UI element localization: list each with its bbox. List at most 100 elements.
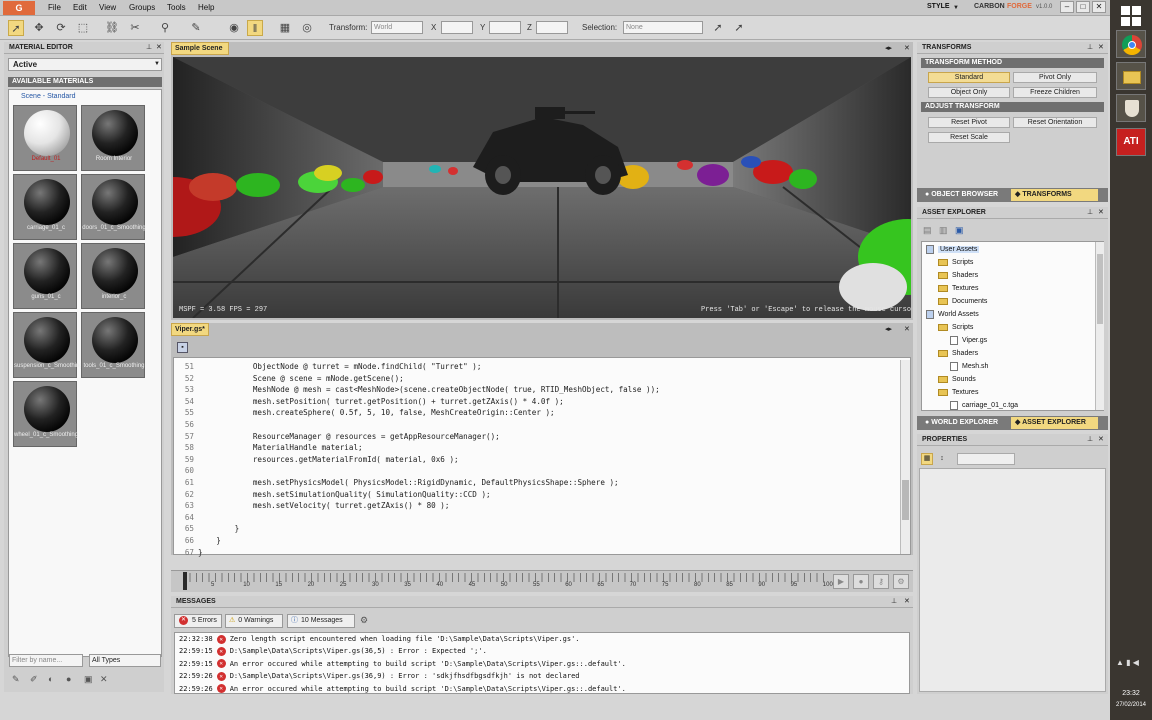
menu-tools[interactable]: Tools	[167, 3, 186, 12]
tree-node[interactable]: User Assets	[922, 243, 1103, 256]
tree-node[interactable]: Textures	[922, 386, 1103, 399]
material-item[interactable]: Default_01	[13, 105, 77, 171]
reset-orientation-button[interactable]: Reset Orientation	[1013, 117, 1097, 128]
code-line[interactable]: Scene @ scene = mNode.getScene();	[198, 373, 898, 385]
pause-icon[interactable]: ‖	[247, 20, 263, 36]
link-icon[interactable]: ⛓	[104, 20, 120, 36]
tree-node[interactable]: Scripts	[922, 256, 1103, 269]
delete-icon[interactable]: ▥	[939, 225, 948, 236]
z-field[interactable]	[536, 21, 568, 34]
close-icon[interactable]: ✕	[156, 43, 162, 51]
tree-node[interactable]: Documents	[922, 295, 1103, 308]
standard-button[interactable]: Standard	[928, 72, 1010, 83]
close-icon[interactable]: ✕	[904, 325, 910, 333]
move-tool-icon[interactable]: ✥	[31, 20, 47, 36]
select-filter-icon[interactable]: ➚	[710, 20, 726, 36]
category-view-icon[interactable]: ▦	[921, 453, 933, 465]
snap-icon[interactable]: ⚲	[157, 20, 173, 36]
tree-node[interactable]: Shaders	[922, 347, 1103, 360]
refresh-icon[interactable]: ▣	[955, 225, 964, 236]
type-filter-select[interactable]: All Types	[89, 654, 161, 667]
scrollbar-thumb[interactable]	[1097, 254, 1103, 324]
freeze-children-button[interactable]: Freeze Children	[1013, 87, 1097, 98]
code-line[interactable]	[198, 419, 898, 431]
code-line[interactable]: mesh.createSphere( 0.5f, 5, 10, false, M…	[198, 407, 898, 419]
tab-world-explorer[interactable]: ● WORLD EXPLORER	[919, 417, 1011, 429]
material-item[interactable]: interior_c	[81, 243, 145, 309]
close-icon[interactable]: ✕	[1098, 435, 1104, 443]
camera-icon[interactable]: ◎	[299, 20, 315, 36]
menu-edit[interactable]: Edit	[73, 3, 87, 12]
tree-node[interactable]: Scripts	[922, 321, 1103, 334]
pin-icon[interactable]: ⊥	[891, 597, 897, 605]
tree-node[interactable]: Shaders	[922, 269, 1103, 282]
nav-arrows-icon[interactable]: ◂▸	[885, 325, 892, 333]
material-item[interactable]: guns_01_c	[13, 243, 77, 309]
minimize-button[interactable]: –	[1060, 1, 1074, 13]
file-explorer-icon[interactable]	[1116, 62, 1146, 90]
app-shield-icon[interactable]	[1116, 94, 1146, 122]
scrollbar-thumb[interactable]	[902, 480, 909, 520]
gear-icon[interactable]: ⚙	[360, 615, 368, 626]
select-tool-icon[interactable]: ➚	[8, 20, 24, 36]
tree-node[interactable]: Sounds	[922, 373, 1103, 386]
nav-arrows-icon[interactable]: ◂▸	[885, 44, 892, 52]
rotate-tool-icon[interactable]: ⟳	[53, 20, 69, 36]
menu-help[interactable]: Help	[198, 3, 214, 12]
tab-transforms[interactable]: ◆ TRANSFORMS	[1011, 189, 1098, 201]
close-button[interactable]: ✕	[1092, 1, 1106, 13]
active-dropdown[interactable]: Active	[8, 58, 162, 71]
tree-node[interactable]: carriage_01_c.tga	[922, 399, 1103, 412]
tab-viper-script[interactable]: Viper.gs*	[171, 323, 209, 336]
selection-select[interactable]: None	[623, 21, 703, 34]
code-line[interactable]: MeshNode @ mesh = cast<MeshNode>(scene.c…	[198, 384, 898, 396]
reset-scale-button[interactable]: Reset Scale	[928, 132, 1010, 143]
code-line[interactable]: }	[198, 523, 898, 535]
code-line[interactable]: ObjectNode @ turret = mNode.findChild( "…	[198, 361, 898, 373]
ati-icon[interactable]: ATI	[1116, 128, 1146, 156]
code-line[interactable]: mesh.setPhysicsModel( PhysicsModel::Rigi…	[198, 477, 898, 489]
menu-view[interactable]: View	[99, 3, 116, 12]
brush-icon[interactable]: ✐	[30, 674, 38, 685]
material-item[interactable]: doors_01_c_Smoothing	[81, 174, 146, 240]
errors-filter-button[interactable]: ✕ 5 Errors	[174, 614, 222, 628]
material-item[interactable]: carriage_01_c	[13, 174, 77, 240]
tab-sample-scene[interactable]: Sample Scene	[171, 42, 229, 55]
code-line[interactable]: MaterialHandle material;	[198, 442, 898, 454]
scale-tool-icon[interactable]: ⬚	[75, 20, 91, 36]
code-line[interactable]: }	[198, 547, 898, 559]
stop-icon[interactable]: ●	[853, 574, 869, 589]
properties-search-input[interactable]	[957, 453, 1015, 465]
tab-object-browser[interactable]: ● OBJECT BROWSER	[919, 189, 1009, 201]
warnings-filter-button[interactable]: ⚠ 0 Warnings	[225, 614, 283, 628]
tab-asset-explorer[interactable]: ◆ ASSET EXPLORER	[1011, 417, 1098, 429]
pin-icon[interactable]: ⊥	[1087, 43, 1093, 51]
style-menu[interactable]: STYLE	[927, 3, 950, 10]
message-row[interactable]: 22:59:15 ✕ D:\Sample\Data\Scripts\Viper.gs…	[175, 645, 909, 657]
save-icon[interactable]: ▪	[177, 342, 188, 353]
message-row[interactable]: 22:59:26 ✕ D:\Sample\Data\Scripts\Viper.gs…	[175, 670, 909, 682]
message-row[interactable]: 22:32:38 ✕ Zero length script encountered …	[175, 633, 909, 645]
delete-icon[interactable]: ✕	[100, 674, 108, 685]
eyedropper-icon[interactable]: ✎	[12, 674, 20, 685]
tree-node[interactable]: World Assets	[922, 308, 1103, 321]
object-only-button[interactable]: Object Only	[928, 87, 1010, 98]
pivot-only-button[interactable]: Pivot Only	[1013, 72, 1097, 83]
material-item[interactable]: wheel_01_c_Smoothing	[13, 381, 78, 447]
code-area[interactable]: 51 52 53 54 55 56 57 58 59 60 61 62 63 64 65 66 67 Objec…	[173, 357, 911, 557]
material-icon[interactable]: ◐	[48, 674, 53, 684]
code-line[interactable]: mesh.setVelocity( turret.getZAxis() * 80…	[198, 500, 898, 512]
code-line[interactable]: mesh.setPosition( turret.getPosition() +…	[198, 396, 898, 408]
code-line[interactable]	[198, 465, 898, 477]
code-line[interactable]: }	[198, 535, 898, 547]
world-icon[interactable]: ◉	[226, 20, 242, 36]
tree-node[interactable]: Mesh.sh	[922, 360, 1103, 373]
y-field[interactable]	[489, 21, 521, 34]
material-item[interactable]: Room Interior	[81, 105, 145, 171]
chrome-icon[interactable]	[1116, 30, 1146, 58]
tree-node[interactable]: Textures	[922, 282, 1103, 295]
menu-file[interactable]: File	[48, 3, 61, 12]
code-line[interactable]: resources.getMaterialFromId( material, 0…	[198, 454, 898, 466]
timeline-ruler[interactable]	[183, 573, 827, 582]
windows-logo-icon[interactable]	[1121, 6, 1141, 26]
